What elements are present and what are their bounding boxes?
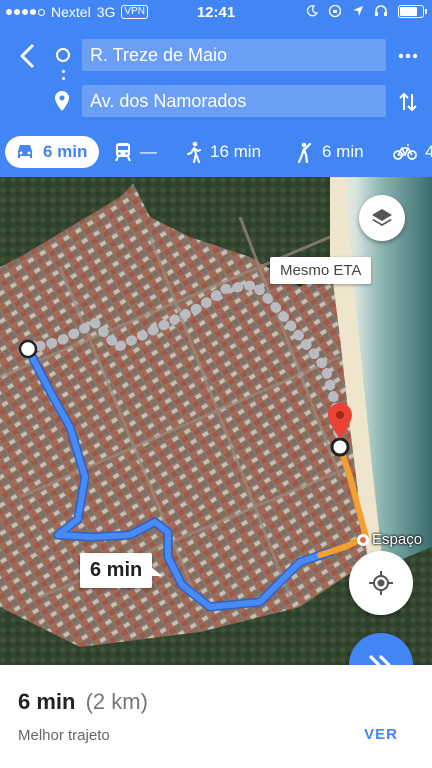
mode-ride[interactable]: 6 min xyxy=(294,136,364,168)
layers-icon xyxy=(372,209,392,226)
walking-icon xyxy=(187,141,201,163)
bicycle-icon xyxy=(393,144,417,160)
route-time-label[interactable]: 6 min xyxy=(80,553,163,588)
destination-field[interactable]: Av. dos Namorados xyxy=(82,85,386,117)
more-options-icon[interactable] xyxy=(398,46,418,66)
route-duration: 6 min xyxy=(18,689,76,714)
location-arrow-icon xyxy=(353,6,363,16)
train-icon xyxy=(115,143,131,162)
route-summary-sheet[interactable]: 6 min (2 km) Melhor trajeto VER xyxy=(0,665,432,768)
origin-point-icon xyxy=(18,339,38,359)
alternate-eta-label[interactable]: Mesmo ETA xyxy=(270,257,372,284)
back-arrow-icon[interactable] xyxy=(12,40,44,72)
origin-circle-icon xyxy=(56,48,70,62)
travel-mode-bar: 6 min — 16 min 6 min 4 xyxy=(0,136,432,170)
poi-label[interactable]: Espaço xyxy=(357,531,422,548)
mode-driving-label: 6 min xyxy=(43,142,88,161)
headphones-icon xyxy=(375,5,387,16)
ride-icon xyxy=(297,142,312,163)
route-summary: 6 min (2 km) xyxy=(18,689,148,715)
route-distance: (2 km) xyxy=(85,689,148,714)
car-icon xyxy=(18,145,32,158)
moon-icon xyxy=(306,5,318,17)
rotation-lock-icon xyxy=(328,4,342,18)
status-right xyxy=(306,4,427,18)
layers-button[interactable] xyxy=(359,195,405,241)
directions-header: Nextel 3G VPN 12:41 R. Treze de Maio Av.… xyxy=(0,0,432,177)
destination-red-pin-icon xyxy=(328,403,352,439)
alternate-route[interactable] xyxy=(23,280,345,452)
destination-point-icon xyxy=(330,437,350,457)
origin-field[interactable]: R. Treze de Maio xyxy=(82,39,386,71)
mode-bicycle[interactable]: 4 xyxy=(393,136,432,168)
mode-walking-label: 16 min xyxy=(210,142,262,161)
route-subtitle: Melhor trajeto xyxy=(18,727,110,744)
battery-icon xyxy=(398,4,427,18)
mode-driving[interactable]: 6 min xyxy=(5,136,100,168)
destination-pin-icon xyxy=(55,91,69,111)
mode-walking[interactable]: 16 min xyxy=(186,136,261,168)
view-steps-button[interactable]: VER xyxy=(364,726,398,743)
poi-label-text: Espaço xyxy=(372,531,423,548)
my-location-button[interactable] xyxy=(349,551,413,615)
swap-route-icon[interactable] xyxy=(398,90,418,114)
mode-bicycle-label: 4 xyxy=(425,142,432,161)
primary-route[interactable] xyxy=(23,344,335,612)
mode-transit[interactable]: — xyxy=(114,136,157,168)
mode-ride-label: 6 min xyxy=(322,142,364,161)
status-bar: Nextel 3G VPN 12:41 xyxy=(0,0,432,26)
route-connector-dots xyxy=(62,70,65,84)
mode-transit-label: — xyxy=(140,142,157,161)
crosshair-icon xyxy=(369,571,393,595)
poi-icon xyxy=(357,533,369,546)
